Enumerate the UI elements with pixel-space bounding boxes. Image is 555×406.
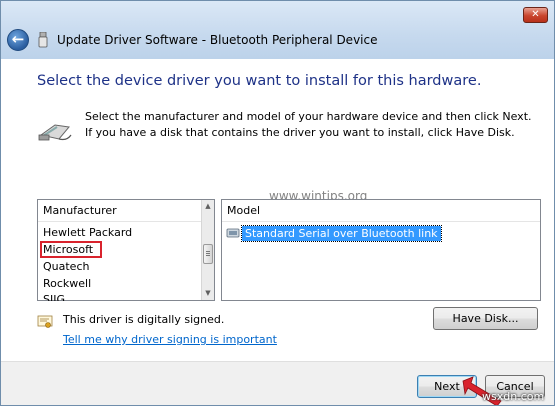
instruction-text: Select the manufacturer and model of you…: [85, 110, 532, 139]
close-icon: ✕: [531, 9, 540, 20]
back-arrow-icon: ←: [11, 30, 25, 48]
scroll-up-icon[interactable]: ▲: [202, 200, 214, 213]
scroll-thumb[interactable]: [203, 244, 213, 264]
manufacturer-items: Hewlett Packard Microsoft Quatech Rockwe…: [38, 224, 202, 301]
window-title: Update Driver Software - Bluetooth Perip…: [57, 33, 378, 47]
list-item-quatech[interactable]: Quatech: [38, 258, 202, 275]
update-driver-window: ← Update Driver Software - Bluetooth Per…: [0, 0, 555, 406]
list-item-hewlett-packard[interactable]: Hewlett Packard: [38, 224, 202, 241]
close-button[interactable]: ✕: [523, 7, 548, 23]
serial-port-icon: [226, 228, 240, 238]
list-item-rockwell[interactable]: Rockwell: [38, 275, 202, 292]
list-item-model[interactable]: Standard Serial over Bluetooth link: [226, 224, 442, 242]
manufacturer-listbox[interactable]: Manufacturer Hewlett Packard Microsoft Q…: [37, 199, 215, 301]
list-item-siig[interactable]: SIIG: [38, 292, 202, 301]
manufacturer-header: Manufacturer: [38, 200, 202, 222]
model-header: Model: [222, 200, 540, 222]
back-button[interactable]: ←: [7, 29, 29, 51]
watermark-wsxdn: wsxdn.com: [482, 390, 545, 403]
usb-device-icon: [38, 32, 48, 48]
content-area: Select the device driver you want to ins…: [1, 59, 554, 361]
page-heading: Select the device driver you want to ins…: [37, 73, 482, 89]
hardware-cable-icon: [38, 124, 72, 141]
model-item-label: Standard Serial over Bluetooth link: [241, 224, 442, 242]
driver-signing-link[interactable]: Tell me why driver signing is important: [63, 333, 277, 346]
model-listbox[interactable]: Model Standard Serial over Bluetooth lin…: [221, 199, 541, 301]
list-item-microsoft[interactable]: Microsoft: [40, 241, 102, 258]
certificate-icon: [37, 315, 53, 328]
scroll-down-icon[interactable]: ▼: [202, 287, 214, 300]
footer-divider: [1, 361, 554, 362]
signature-status: This driver is digitally signed.: [63, 313, 225, 326]
manufacturer-scrollbar[interactable]: ▲ ▼: [201, 200, 214, 300]
have-disk-button[interactable]: Have Disk...: [433, 307, 538, 330]
title-bar: ← Update Driver Software - Bluetooth Per…: [1, 1, 554, 59]
